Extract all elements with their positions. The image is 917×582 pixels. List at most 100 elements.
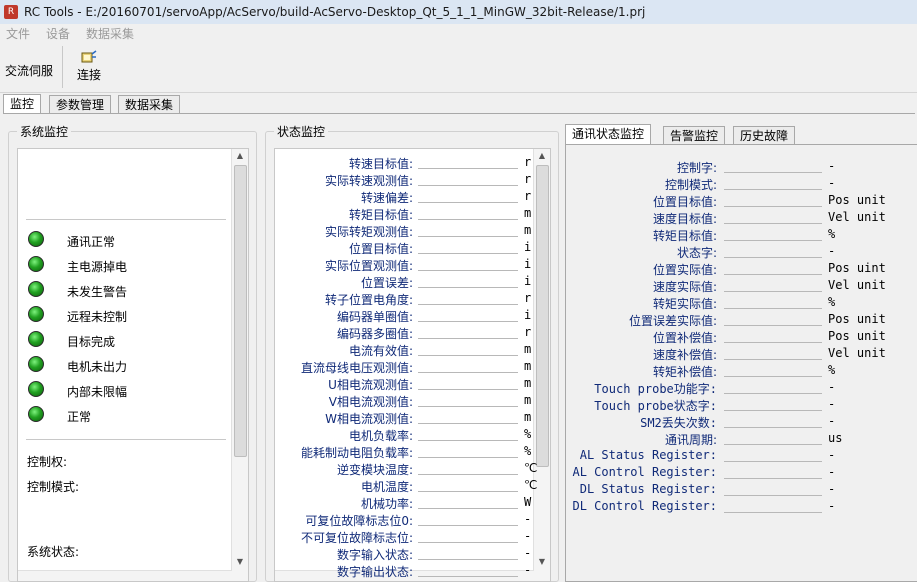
- status-row-label: 电机温度:: [360, 480, 413, 494]
- menu-file[interactable]: 文件: [0, 25, 36, 42]
- comm-value-field: [724, 278, 822, 292]
- comm-value-field: [724, 295, 822, 309]
- status-value-field: [418, 308, 518, 322]
- status-monitor-scroll-area[interactable]: ▲ ▼ 转速目标值: r 实际转速观测值: r 转速偏差: r 转矩目标值: m 实际转矩观测值…: [274, 148, 551, 582]
- status-row-label: 转子位置电角度:: [324, 293, 413, 307]
- status-value-field: [418, 478, 518, 492]
- status-row-label: 数字输出状态:: [336, 565, 413, 579]
- comm-row-label: 速度实际值:: [652, 280, 717, 294]
- status-row-unit: m: [524, 410, 532, 424]
- system-monitor-scroll-area[interactable]: 通讯正常 主电源掉电 未发生警告 远程未控制 目标完成 电机未出力 内部未限幅 …: [17, 148, 249, 582]
- system-monitor-horizontal-scrollbar[interactable]: [18, 570, 232, 581]
- comm-value-field: [724, 499, 822, 513]
- indicator-comm-normal: 通讯正常: [67, 235, 116, 249]
- comm-value-field: [724, 363, 822, 377]
- divider-top: [26, 219, 226, 220]
- status-row-label: 能耗制动电阻负载率:: [300, 446, 413, 460]
- status-row-unit: r: [524, 325, 532, 339]
- menu-device[interactable]: 设备: [40, 25, 76, 42]
- status-row-label: 电机负载率:: [348, 429, 413, 443]
- scrollbar-thumb[interactable]: [234, 165, 247, 457]
- status-row-unit: r: [524, 155, 532, 169]
- menu-data-acquisition[interactable]: 数据采集: [80, 25, 140, 42]
- scroll-up-icon[interactable]: ▲: [232, 149, 248, 163]
- control-mode-label: 控制模式:: [27, 480, 80, 494]
- led-indicator: [28, 356, 44, 372]
- tab-alarm-monitor[interactable]: 告警监控: [663, 126, 726, 144]
- status-row-label: 编码器单圈值:: [336, 310, 413, 324]
- scroll-up-icon[interactable]: ▲: [534, 149, 550, 163]
- scrollbar-thumb[interactable]: [536, 165, 549, 467]
- comm-row-unit: Vel unit: [828, 210, 886, 224]
- comm-row-unit: -: [828, 176, 836, 190]
- comm-row-label: 位置误差实际值:: [628, 314, 717, 328]
- indicator-no-warning: 未发生警告: [67, 285, 128, 299]
- comm-value-field: [724, 380, 822, 394]
- status-value-field: [418, 172, 518, 186]
- indicator-motor-no-output: 电机未出力: [67, 360, 128, 374]
- status-row-unit: r: [524, 189, 532, 203]
- comm-value-field: [724, 431, 822, 445]
- status-value-field: [418, 240, 518, 254]
- comm-value-field: [724, 176, 822, 190]
- tab-monitor[interactable]: 监控: [3, 94, 42, 114]
- status-row-label: 逆变模块温度:: [336, 463, 413, 477]
- comm-value-field: [724, 159, 822, 173]
- scroll-down-icon[interactable]: ▼: [534, 555, 550, 569]
- tab-comm-status-monitor[interactable]: 通讯状态监控: [565, 124, 652, 144]
- status-value-field: [418, 206, 518, 220]
- comm-row-label: AL Control Register:: [572, 465, 718, 479]
- ac-servo-label[interactable]: 交流伺服: [5, 62, 53, 79]
- comm-status-panel: 控制字: - 控制模式: - 位置目标值: Pos unit 速度目标值: Vel unit 转…: [565, 144, 917, 582]
- monitor-tab-page: 系统监控 通讯正常 主电源掉电 未发生警告 远程未控制 目标完成 电机未出力 内…: [3, 113, 917, 582]
- comm-row-unit: %: [828, 227, 836, 241]
- led-indicator: [28, 381, 44, 397]
- status-row-unit: W: [524, 495, 532, 509]
- control-authority-label: 控制权:: [27, 455, 68, 469]
- tab-parameter-management[interactable]: 参数管理: [49, 95, 112, 113]
- comm-value-field: [724, 210, 822, 224]
- system-monitor-title: 系统监控: [17, 123, 72, 140]
- status-row-unit: i: [524, 274, 532, 288]
- status-row-label: 实际转矩观测值:: [324, 225, 413, 239]
- comm-row-label: 位置补偿值:: [652, 331, 717, 345]
- comm-row-label: 速度目标值:: [652, 212, 717, 226]
- comm-row-unit: Pos unit: [828, 329, 886, 343]
- scroll-down-icon[interactable]: ▼: [232, 555, 248, 569]
- status-row-unit: m: [524, 359, 532, 373]
- comm-value-field: [724, 448, 822, 462]
- tab-fault-history[interactable]: 历史故障: [733, 126, 796, 144]
- comm-row-unit: -: [828, 397, 836, 411]
- status-row-unit: r: [524, 172, 532, 186]
- comm-row-label: 位置目标值:: [652, 195, 717, 209]
- comm-row-unit: us: [828, 431, 843, 445]
- status-value-field: [418, 325, 518, 339]
- status-monitor-vertical-scrollbar[interactable]: ▲ ▼: [533, 149, 550, 581]
- tab-data-acquisition[interactable]: 数据采集: [118, 95, 181, 113]
- indicator-remote-not-controlled: 远程未控制: [67, 310, 128, 324]
- indicator-normal: 正常: [67, 410, 92, 424]
- status-row-label: 编码器多圈值:: [336, 327, 413, 341]
- toolbar: 交流伺服 连接: [0, 42, 917, 93]
- status-row-unit: %: [524, 444, 532, 458]
- comm-row-unit: -: [828, 482, 836, 496]
- status-row-unit: m: [524, 376, 532, 390]
- comm-row-unit: -: [828, 414, 836, 428]
- status-row-label: 转矩目标值:: [348, 208, 413, 222]
- comm-row-unit: -: [828, 244, 836, 258]
- status-value-field: [418, 529, 518, 543]
- status-row-unit: -: [524, 546, 532, 560]
- status-value-field: [418, 223, 518, 237]
- indicator-main-power-loss: 主电源掉电: [67, 260, 128, 274]
- led-indicator: [28, 256, 44, 272]
- status-value-field: [418, 257, 518, 271]
- status-value-field: [418, 512, 518, 526]
- system-monitor-vertical-scrollbar[interactable]: ▲ ▼: [231, 149, 248, 581]
- comm-row-unit: Vel unit: [828, 278, 886, 292]
- status-row-label: V相电流观测值:: [328, 395, 413, 409]
- connect-button[interactable]: 连接: [70, 46, 108, 88]
- status-row-label: 转速偏差:: [360, 191, 413, 205]
- status-value-field: [418, 155, 518, 169]
- comm-value-field: [724, 193, 822, 207]
- comm-row-unit: -: [828, 448, 836, 462]
